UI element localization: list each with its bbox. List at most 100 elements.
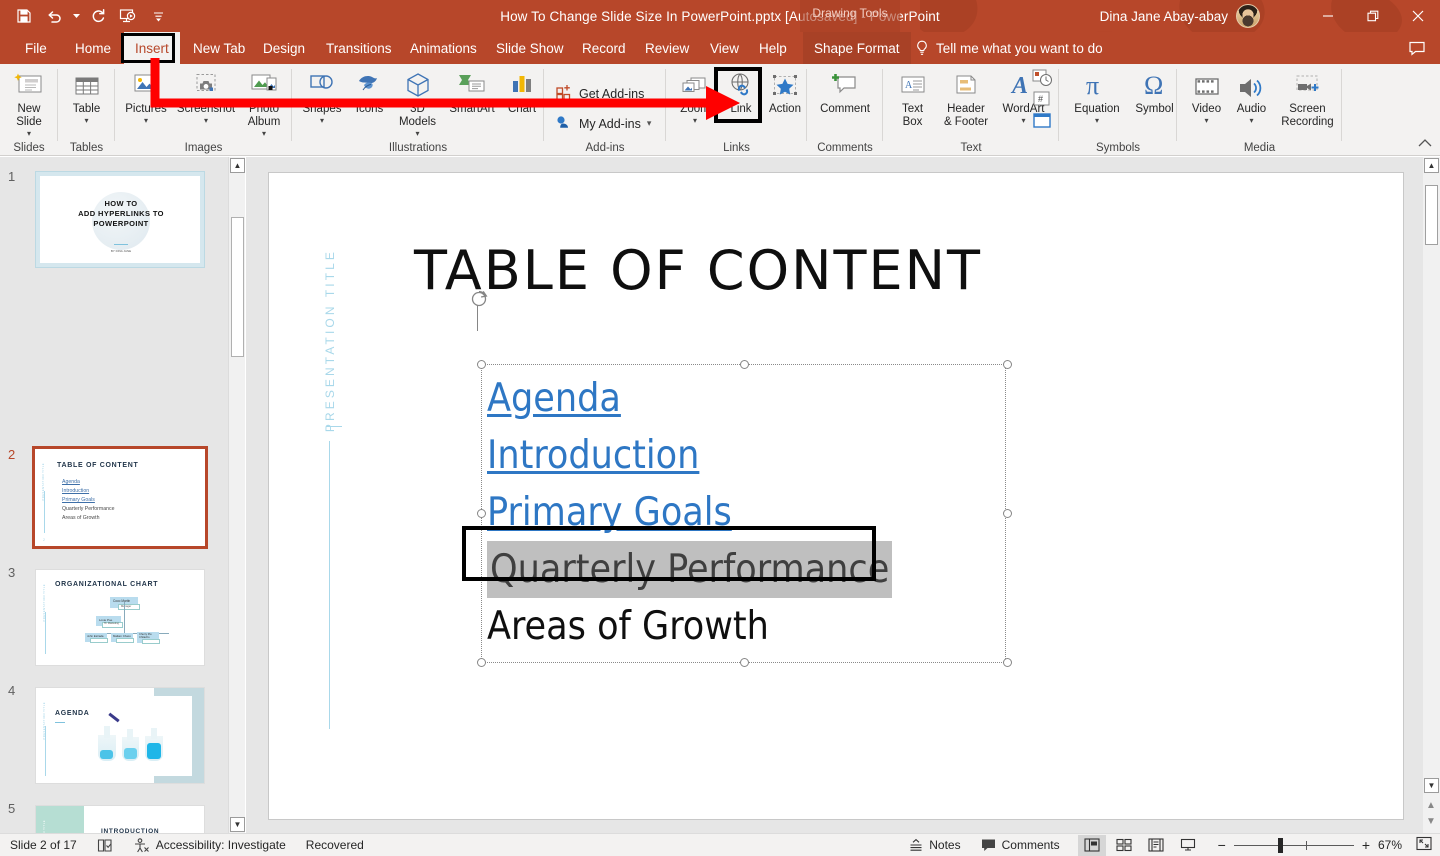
- save-icon[interactable]: [10, 2, 38, 30]
- zoom-out-button[interactable]: −: [1218, 837, 1226, 853]
- zoom-slider-knob[interactable]: [1277, 837, 1283, 853]
- window-controls[interactable]: [1305, 0, 1440, 32]
- tab-design[interactable]: Design: [252, 32, 316, 64]
- shapes-button[interactable]: Shapes ▾: [296, 68, 348, 125]
- 3d-models-caret-icon[interactable]: ▾: [415, 130, 419, 138]
- customize-qat-icon[interactable]: [144, 2, 172, 30]
- undo-dropdown-icon[interactable]: [70, 2, 82, 30]
- editor-scrollbar-thumb[interactable]: [1425, 185, 1438, 245]
- audio-caret-icon[interactable]: ▾: [1249, 117, 1253, 125]
- zoom-caret-icon[interactable]: ▾: [693, 117, 697, 125]
- text-box-button[interactable]: A Text Box: [889, 68, 936, 129]
- tab-new-tab[interactable]: New Tab: [182, 32, 256, 64]
- tab-file[interactable]: File: [14, 32, 58, 64]
- get-addins-button[interactable]: Get Add-ins: [556, 84, 644, 103]
- resize-handle-nw[interactable]: [477, 360, 486, 369]
- resize-handle-n[interactable]: [740, 360, 749, 369]
- tab-insert[interactable]: Insert: [124, 32, 180, 64]
- action-button[interactable]: Action: [763, 68, 807, 116]
- link-button[interactable]: Link: [719, 68, 763, 116]
- header-footer-button[interactable]: Header & Footer: [936, 68, 996, 129]
- tab-slide-show[interactable]: Slide Show: [485, 32, 575, 64]
- tab-record[interactable]: Record: [571, 32, 637, 64]
- thumb-scroll-down-button[interactable]: ▼: [230, 817, 245, 832]
- resize-handle-sw[interactable]: [477, 658, 486, 667]
- slide-counter[interactable]: Slide 2 of 17: [0, 834, 87, 856]
- comments-button[interactable]: Comments: [971, 834, 1070, 856]
- current-slide[interactable]: PRESENTATION TITLE 2 TABLE OF CONTENT: [268, 172, 1404, 820]
- collapse-ribbon-button[interactable]: [1418, 136, 1432, 151]
- resize-handle-se[interactable]: [1003, 658, 1012, 667]
- avatar[interactable]: [1236, 4, 1260, 28]
- tab-home[interactable]: Home: [64, 32, 122, 64]
- my-addins-caret-icon[interactable]: ▾: [647, 118, 652, 129]
- thumbnail-slide-1[interactable]: HOW TO ADD HYPERLINKS TO POWERPOINT BY D…: [35, 171, 205, 268]
- recovered-label[interactable]: Recovered: [296, 834, 374, 856]
- undo-icon[interactable]: [40, 2, 68, 30]
- new-slide-caret-icon[interactable]: ▾: [27, 130, 31, 138]
- resize-handle-ne[interactable]: [1003, 360, 1012, 369]
- resize-handle-w[interactable]: [477, 509, 486, 518]
- comment-button[interactable]: Comment: [810, 68, 880, 116]
- video-caret-icon[interactable]: ▾: [1204, 117, 1208, 125]
- photo-album-caret-icon[interactable]: ▾: [262, 130, 266, 138]
- thumbnail-slide-5[interactable]: PRESENTATION TITLE INTRODUCTION RChildre…: [35, 805, 205, 833]
- pictures-button[interactable]: Pictures ▾: [118, 68, 174, 125]
- editor-vertical-scrollbar[interactable]: ▲ ▼ ▲ ▼: [1423, 157, 1440, 833]
- toc-item-agenda[interactable]: Agenda: [487, 370, 1010, 427]
- editor-scroll-down-button[interactable]: ▼: [1424, 778, 1439, 793]
- tab-shape-format[interactable]: Shape Format: [803, 32, 911, 64]
- thumbnail-slide-4[interactable]: PRESENTATION TITLE AGENDA: [35, 687, 205, 784]
- comments-share-icon[interactable]: [1408, 32, 1426, 64]
- spellcheck-button[interactable]: [87, 834, 123, 856]
- normal-view-button[interactable]: [1077, 834, 1106, 856]
- close-icon[interactable]: [1395, 0, 1440, 32]
- quick-access-toolbar[interactable]: [10, 0, 172, 32]
- reading-view-button[interactable]: [1142, 835, 1170, 856]
- screen-recording-button[interactable]: Screen Recording: [1274, 68, 1341, 129]
- resize-handle-s[interactable]: [740, 658, 749, 667]
- wordart-caret-icon[interactable]: ▾: [1021, 117, 1025, 125]
- slide-show-button[interactable]: [1174, 835, 1202, 856]
- tell-me-search[interactable]: Tell me what you want to do: [915, 32, 1103, 64]
- my-addins-button[interactable]: My Add-ins ▾: [556, 114, 651, 133]
- smartart-button[interactable]: SmartArt: [444, 68, 500, 116]
- thumbnail-slide-3[interactable]: PRESENTATION TITLE ORGANIZATIONAL CHART …: [35, 569, 205, 666]
- slide-thumbnail-pane[interactable]: 1 HOW TO ADD HYPERLINKS TO POWERPOINT BY…: [0, 157, 228, 833]
- equation-caret-icon[interactable]: ▾: [1095, 117, 1099, 125]
- pictures-caret-icon[interactable]: ▾: [144, 117, 148, 125]
- tab-view[interactable]: View: [699, 32, 750, 64]
- content-text-box[interactable]: Agenda Introduction Primary Goals Quarte…: [471, 290, 1012, 667]
- video-button[interactable]: Video ▾: [1184, 68, 1229, 125]
- slide-number-button[interactable]: #: [1031, 90, 1053, 113]
- tab-help[interactable]: Help: [748, 32, 798, 64]
- screenshot-caret-icon[interactable]: ▾: [204, 117, 208, 125]
- zoom-level-label[interactable]: 67%: [1378, 838, 1408, 852]
- table-button[interactable]: Table ▾: [62, 68, 111, 125]
- thumb-scroll-up-button[interactable]: ▲: [230, 158, 245, 173]
- symbol-button[interactable]: Ω Symbol: [1128, 68, 1181, 116]
- account-area[interactable]: Dina Jane Abay-abay: [1100, 0, 1260, 32]
- icons-button[interactable]: Icons: [348, 68, 391, 116]
- screenshot-button[interactable]: Screenshot ▾: [174, 68, 238, 125]
- editor-scroll-up-button[interactable]: ▲: [1424, 158, 1439, 173]
- equation-button[interactable]: π Equation ▾: [1066, 68, 1128, 125]
- tab-review[interactable]: Review: [634, 32, 700, 64]
- notes-button[interactable]: Notes: [899, 834, 970, 856]
- thumbnail-slide-2[interactable]: PRESENTATION TITLE 2 TABLE OF CONTENT Ag…: [32, 446, 208, 549]
- thumbnail-pane-scrollbar[interactable]: ▲ ▼: [228, 157, 245, 833]
- toc-item-quarterly-performance[interactable]: Quarterly Performance: [487, 541, 893, 598]
- minimize-icon[interactable]: [1305, 0, 1350, 32]
- shapes-caret-icon[interactable]: ▾: [320, 117, 324, 125]
- slide-title[interactable]: TABLE OF CONTENT: [414, 239, 982, 302]
- restore-icon[interactable]: [1350, 0, 1395, 32]
- toc-item-primary-goals[interactable]: Primary Goals: [487, 484, 1010, 541]
- tab-transitions[interactable]: Transitions: [315, 32, 403, 64]
- toc-item-introduction[interactable]: Introduction: [487, 427, 1010, 484]
- table-caret-icon[interactable]: ▾: [84, 117, 88, 125]
- audio-button[interactable]: Audio ▾: [1229, 68, 1274, 125]
- fit-to-window-button[interactable]: [1416, 836, 1432, 854]
- zoom-button[interactable]: Zoom ▾: [671, 68, 719, 125]
- previous-slide-button[interactable]: ▲: [1426, 800, 1436, 811]
- slide-sorter-button[interactable]: [1110, 835, 1138, 856]
